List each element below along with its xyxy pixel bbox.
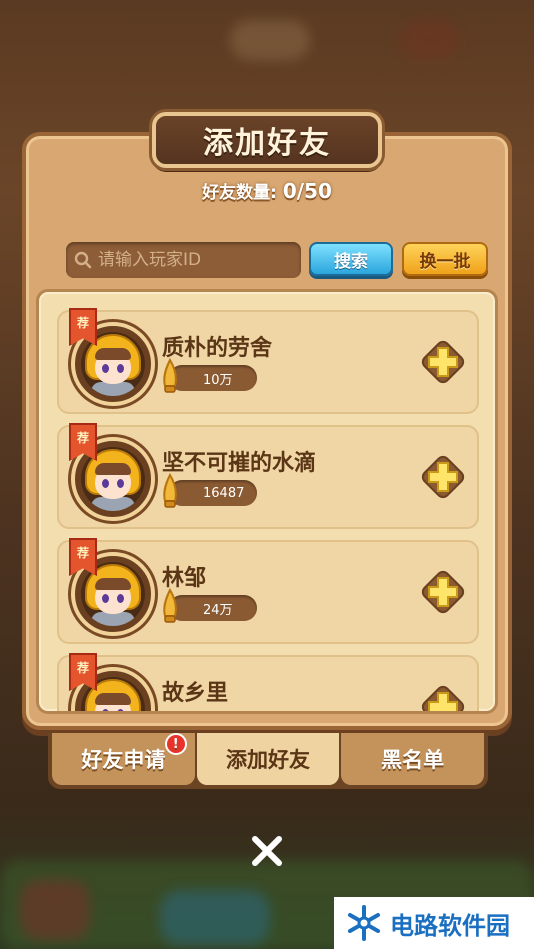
player-name: 故乡里 (162, 681, 229, 706)
tab-label: 添加好友 (226, 748, 310, 772)
plus-icon[interactable] (417, 451, 469, 503)
watermark-text: 电路软件园 (390, 911, 510, 940)
friend-count-value: 0/50 (282, 179, 332, 203)
tab-label: 好友申请 (81, 748, 166, 772)
tab-bar: 好友申请 ! 添加好友 黑名单 (48, 733, 488, 789)
player-name: 坚不可摧的水滴 (162, 451, 317, 476)
background-blur (400, 20, 460, 60)
search-icon (74, 251, 92, 269)
plus-icon[interactable] (417, 681, 469, 714)
friend-count: 好友数量: 0/50 (0, 178, 534, 203)
refresh-button[interactable]: 换一批 (402, 242, 488, 276)
friend-card: 荐 林邹 24万 (57, 538, 479, 644)
power-value: 16487 (203, 485, 245, 501)
flame-icon (163, 473, 177, 508)
friend-card: 荐 坚不可摧的水滴 16487 (57, 423, 479, 529)
power-pill: 10万 (169, 365, 257, 391)
power-value: 10万 (203, 372, 233, 388)
tab-label: 黑名单 (381, 748, 445, 772)
search-button[interactable]: 搜索 (309, 242, 393, 276)
search-box[interactable] (66, 242, 301, 278)
page-title: 添加好友 (203, 126, 331, 161)
watermark-logo-icon (348, 905, 380, 941)
power-value: 24万 (203, 602, 233, 618)
watermark: 电路软件园 (334, 897, 534, 949)
notification-badge: ! (164, 733, 187, 755)
search-input[interactable] (98, 250, 288, 270)
tab-friend-requests[interactable]: 好友申请 ! (52, 733, 195, 785)
background-blur (160, 890, 270, 945)
friend-list[interactable]: 荐 质朴的劳舍 10万 荐 坚不可摧的水滴 16487 荐 林邹 24万 荐 故… (36, 289, 498, 714)
tab-add-friend[interactable]: 添加好友 (196, 733, 340, 785)
background-blur (20, 880, 90, 940)
title-plate: 添加好友 (152, 112, 382, 168)
power-pill: 16487 (169, 480, 257, 506)
friend-count-label: 好友数量: (202, 183, 277, 203)
friend-card: 荐 质朴的劳舍 10万 (57, 308, 479, 414)
flame-icon (163, 358, 177, 393)
flame-icon (163, 588, 177, 623)
power-pill: 24万 (169, 595, 257, 621)
friend-card: 荐 故乡里 (57, 653, 479, 714)
plus-icon[interactable] (417, 566, 469, 618)
background-blur (230, 20, 310, 60)
plus-icon[interactable] (417, 336, 469, 388)
tab-blacklist[interactable]: 黑名单 (341, 733, 485, 785)
close-icon[interactable] (248, 832, 286, 870)
